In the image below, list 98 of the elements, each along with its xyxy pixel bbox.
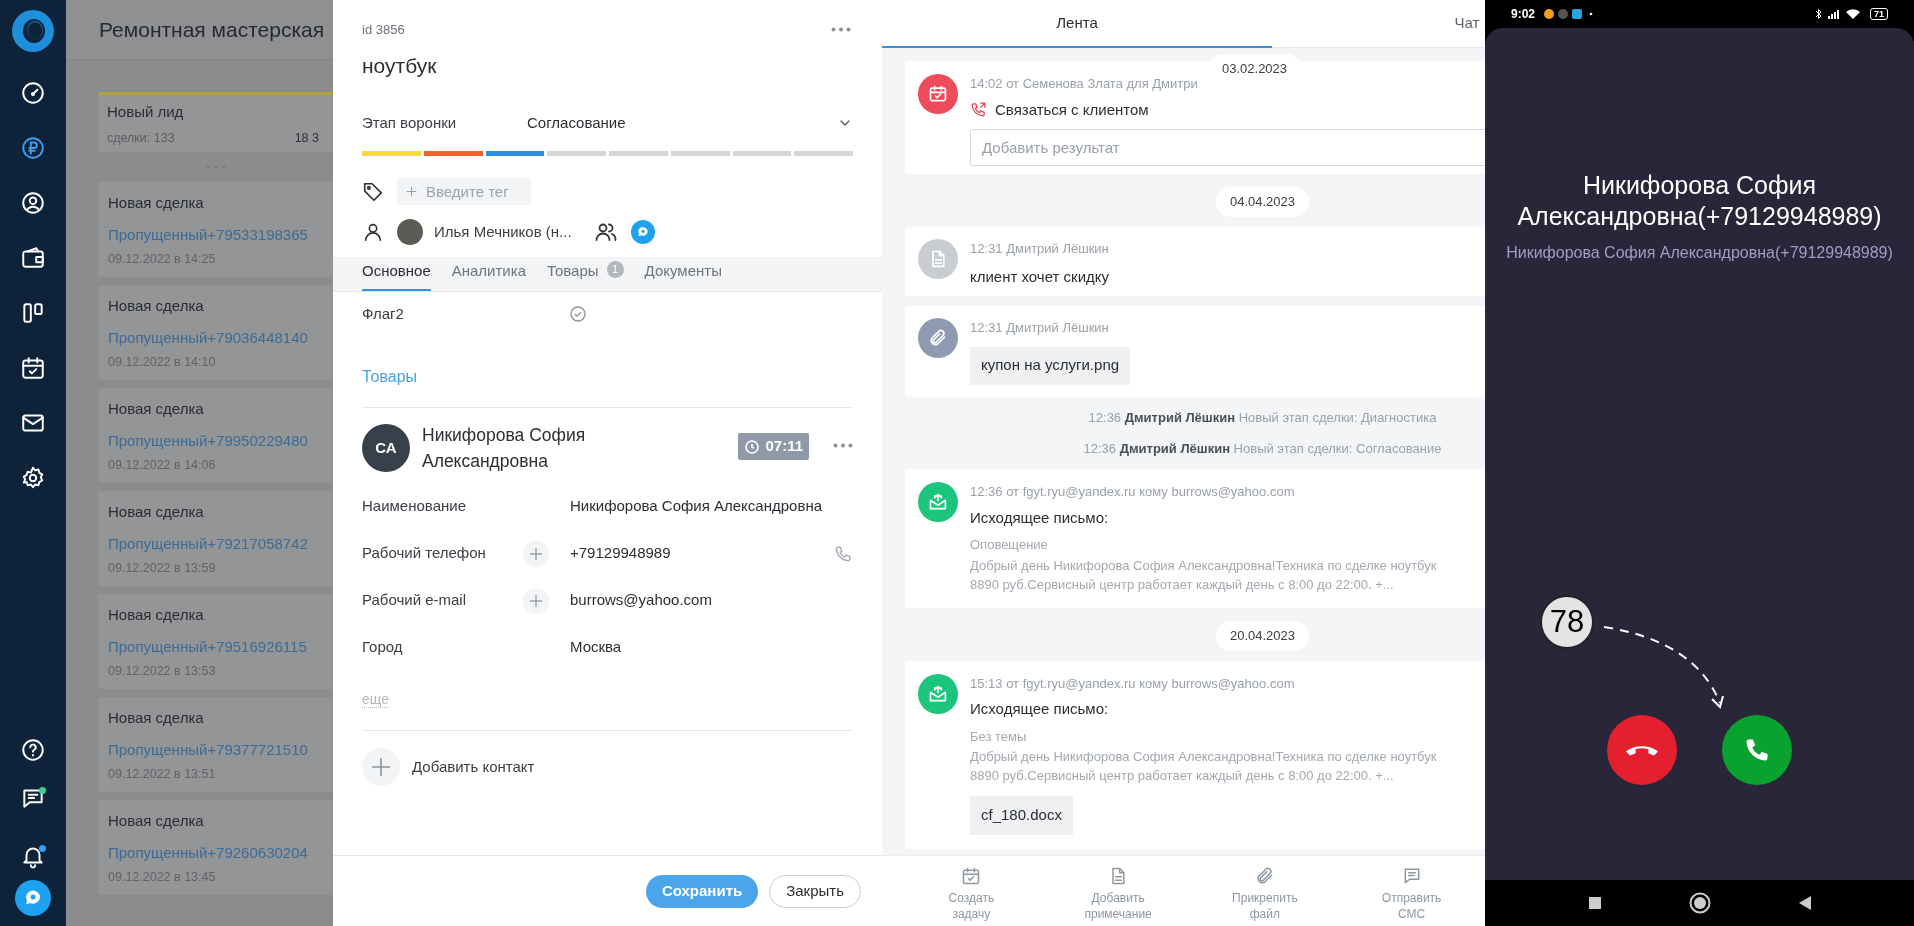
deal-amount: 18 3: [294, 129, 319, 147]
contact-avatar: СА: [362, 424, 410, 472]
feed-meta: 15:13 от fgyt.ryu@yandex.ru кому burrows@yahoo.com: [970, 674, 1296, 693]
tab[interactable]: Основное: [362, 260, 431, 291]
feed-meta: 12:36 от fgyt.ryu@yandex.ru кому burrows@yahoo.com: [970, 483, 1296, 501]
ruble-icon[interactable]: [20, 134, 46, 161]
deal-count: сделки: 133: [107, 129, 175, 147]
email-title: Исходящее письмо:: [970, 699, 1110, 719]
tag-input-field[interactable]: Введите тег: [397, 178, 531, 205]
hang-up-icon: [1626, 744, 1658, 756]
calendar-icon: [918, 74, 958, 114]
feed-meta: 12:31 Дмитрий Лёшкин: [970, 240, 1110, 258]
deal-title: Новая сделка: [108, 399, 205, 419]
plus-icon: [362, 748, 400, 786]
action-button[interactable]: Добавить примечание: [1044, 856, 1192, 926]
field-value: burrows@yahoo.com: [570, 590, 712, 611]
email-title: Исходящее письмо:: [970, 507, 1110, 528]
timer-value: 07:11: [765, 436, 803, 457]
field-label: Наименование: [362, 496, 467, 517]
contact-name[interactable]: Никифорова София Александровна: [422, 422, 617, 474]
checkbox[interactable]: [570, 306, 586, 322]
field-label: Флаг2: [362, 303, 405, 324]
deal-title: Новая сделка: [108, 811, 205, 831]
stage-change-event: 12:36 Дмитрий Лёшкин Новый этап сделки: Согласование: [1083, 439, 1442, 458]
field-value: Москва: [570, 637, 622, 658]
email-subject: Без темы: [970, 727, 1028, 746]
caller-name: Никифорова София Александровна(+79129948989): [1516, 170, 1883, 232]
paperclip-icon: [918, 318, 958, 358]
step-badge: 78: [1540, 595, 1594, 649]
responsible-name[interactable]: Илья Мечников (н...: [434, 220, 594, 244]
caller-subtitle: Никифорова София Александровна(+79129948989): [1506, 243, 1893, 263]
close-button[interactable]: Закрыть: [769, 874, 861, 908]
paperclip-icon: [1254, 866, 1275, 886]
field-value: +79129948989: [570, 543, 671, 564]
deal-title: Новая сделка: [108, 193, 205, 213]
stage-change-event: 12:36 Дмитрий Лёшкин Новый этап сделки: Диагностика: [1088, 408, 1437, 427]
note-text: клиент хочет скидку: [970, 266, 1110, 287]
mail-icon: [918, 673, 958, 714]
deal-id: id 3856: [362, 21, 405, 39]
battery-level: 71: [1870, 8, 1888, 20]
field-value: Никифорова София Александровна: [570, 496, 822, 517]
section-link[interactable]: Товары: [362, 365, 418, 389]
action-button[interactable]: Создать задачу: [898, 856, 1045, 926]
back-icon[interactable]: [1798, 896, 1811, 910]
result-input-field[interactable]: Добавить результат: [970, 129, 1485, 166]
more-icon[interactable]: [833, 443, 853, 448]
column-title: Новый лид: [107, 102, 185, 122]
user-icon: [362, 221, 384, 243]
status-time: 9:02: [1511, 6, 1536, 23]
email-subject: Оповещение: [970, 536, 1049, 554]
count-badge: 1: [606, 261, 624, 278]
file-attachment[interactable]: купон на услуги.png: [970, 346, 1131, 385]
tab[interactable]: Лента: [882, 0, 1272, 48]
chat-bubble-icon[interactable]: [15, 880, 51, 916]
avatar: [397, 219, 423, 245]
deal-title: Новая сделка: [108, 296, 205, 316]
tab[interactable]: Товары 1: [547, 260, 624, 291]
email-preview: Добрый день Никифорова София Александровна!Техника по сделке ноутбук 8890 руб.Сервисный центр работает каждый день с 8:00 до 22:00. +...: [970, 748, 1438, 785]
calendar-icon: [961, 866, 982, 886]
page-title: Ремонтная мастерская: [99, 16, 325, 43]
logo-icon[interactable]: [11, 9, 55, 53]
deal-title: Новая сделка: [108, 502, 205, 522]
help-icon[interactable]: [20, 737, 46, 763]
mail-icon: [918, 482, 958, 522]
deal-title: ноутбук: [362, 52, 438, 79]
recent-apps-icon[interactable]: [1588, 897, 1601, 909]
feed-meta: 14:02 от Семенова Злата для Дмитри: [970, 75, 1199, 93]
file-attachment[interactable]: cf_180.docx: [970, 796, 1073, 835]
clock-icon: [744, 438, 761, 455]
add-contact-button[interactable]: Добавить контакт: [362, 748, 535, 786]
phone-icon: [970, 101, 987, 119]
action-button[interactable]: Отправить СМС: [1338, 856, 1485, 926]
user-icon[interactable]: [20, 189, 46, 216]
save-button[interactable]: Сохранить: [645, 874, 759, 908]
calendar-icon[interactable]: [20, 354, 46, 381]
deal-title: Новая сделка: [108, 708, 205, 728]
date-pill: 20.04.2023: [1215, 620, 1310, 651]
date-pill: 04.04.2023: [1215, 187, 1310, 217]
tab[interactable]: Документы: [644, 260, 722, 291]
more-icon[interactable]: [831, 27, 851, 33]
settings-icon[interactable]: [20, 464, 46, 491]
document-icon: [918, 239, 958, 279]
plus-icon: [405, 185, 418, 198]
stage-select[interactable]: Этап воронки Согласование: [362, 108, 853, 138]
tab[interactable]: Чат: [1272, 0, 1485, 48]
email-preview: Добрый день Никифорова София Александровна!Техника по сделке ноутбук 8890 руб.Сервисный центр работает каждый день с 8:00 до 22:00. +...: [970, 556, 1438, 594]
gauge-icon[interactable]: [20, 79, 46, 106]
task-title: Связаться с клиентом: [995, 99, 1149, 120]
tab[interactable]: Аналитика: [451, 260, 526, 291]
wallet-icon[interactable]: [20, 244, 46, 271]
field-label: Рабочий e-mail: [362, 590, 468, 611]
field-label: Рабочий телефон: [362, 543, 487, 564]
home-icon[interactable]: [1688, 892, 1711, 914]
deal-title: Новая сделка: [108, 605, 205, 625]
field-label: Город: [362, 637, 404, 658]
feed-meta: 12:31 Дмитрий Лёшкин: [970, 319, 1110, 337]
tag-icon: [362, 180, 384, 203]
action-button[interactable]: Прикрепить файл: [1191, 856, 1339, 926]
